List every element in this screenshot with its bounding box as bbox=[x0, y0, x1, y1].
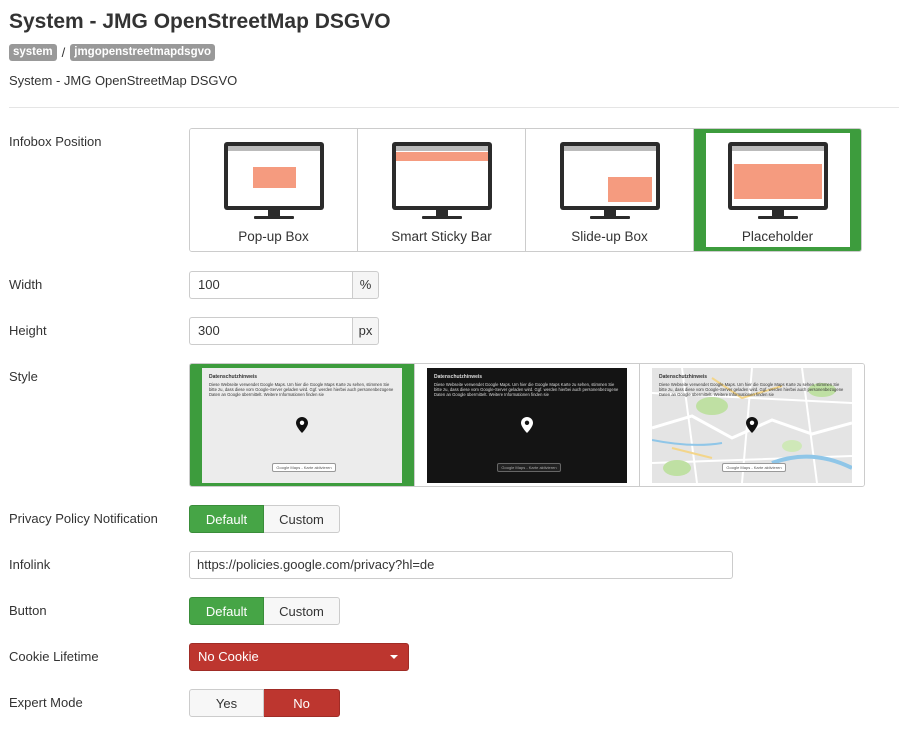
style-option-light[interactable]: Datenschutzhinweis Diese Webseite verwen… bbox=[190, 364, 415, 486]
height-input[interactable]: 300 bbox=[189, 317, 352, 345]
privacy-notification-toggle: Default Custom bbox=[189, 505, 340, 533]
divider bbox=[9, 107, 899, 108]
style-option-map[interactable]: Datenschutzhinweis Diese Webseite verwen… bbox=[640, 364, 864, 486]
breadcrumb-item-plugin: jmgopenstreetmapdsgvo bbox=[70, 44, 216, 61]
width-input[interactable]: 100 bbox=[189, 271, 352, 299]
infobox-option-sticky-bar[interactable]: Smart Sticky Bar bbox=[358, 129, 526, 251]
style-option-dark[interactable]: Datenschutzhinweis Diese Webseite verwen… bbox=[415, 364, 640, 486]
page-subtitle: System - JMG OpenStreetMap DSGVO bbox=[9, 73, 238, 88]
infolink-input[interactable]: https://policies.google.com/privacy?hl=d… bbox=[189, 551, 733, 579]
monitor-icon bbox=[559, 142, 660, 219]
privacy-custom-button[interactable]: Custom bbox=[264, 505, 340, 533]
style-label: Style bbox=[9, 369, 38, 384]
infobox-option-slide-up[interactable]: Slide-up Box bbox=[526, 129, 694, 251]
style-preview-dark: Datenschutzhinweis Diese Webseite verwen… bbox=[427, 367, 627, 483]
preview-title: Datenschutzhinweis bbox=[434, 373, 483, 380]
cookie-lifetime-label: Cookie Lifetime bbox=[9, 649, 99, 664]
monitor-icon bbox=[391, 142, 492, 219]
infobox-option-popup[interactable]: Pop-up Box bbox=[190, 129, 358, 251]
popup-preview: Pop-up Box bbox=[201, 133, 346, 247]
cookie-lifetime-value: No Cookie bbox=[198, 649, 259, 664]
monitor-icon bbox=[223, 142, 324, 219]
infobox-position-selector: Pop-up Box Smart Sticky Bar Slide-up Box… bbox=[189, 128, 862, 252]
preview-button: Google Maps - Karte aktivieren bbox=[272, 462, 336, 472]
width-input-group: 100 % bbox=[189, 271, 379, 299]
monitor-icon bbox=[727, 142, 828, 219]
expert-mode-toggle: Yes No bbox=[189, 689, 340, 717]
button-toggle: Default Custom bbox=[189, 597, 340, 625]
preview-title: Datenschutzhinweis bbox=[209, 373, 258, 380]
width-label: Width bbox=[9, 277, 43, 292]
page-title: System - JMG OpenStreetMap DSGVO bbox=[9, 10, 391, 33]
preview-button: Google Maps - Karte aktivieren bbox=[722, 462, 786, 472]
privacy-notification-label: Privacy Policy Notification bbox=[9, 511, 158, 526]
popup-caption: Pop-up Box bbox=[238, 229, 309, 244]
button-default-button[interactable]: Default bbox=[189, 597, 264, 625]
preview-text: Diese Webseite verwendet Google Maps. Um… bbox=[659, 381, 844, 397]
breadcrumb-separator: / bbox=[61, 45, 66, 60]
expert-mode-label: Expert Mode bbox=[9, 695, 83, 710]
height-input-group: 300 px bbox=[189, 317, 379, 345]
placeholder-preview: Placeholder bbox=[705, 133, 850, 247]
button-custom-button[interactable]: Custom bbox=[264, 597, 340, 625]
chevron-down-icon bbox=[390, 655, 398, 659]
slide-up-preview: Slide-up Box bbox=[537, 133, 682, 247]
breadcrumb-item-system: system bbox=[9, 44, 57, 61]
height-label: Height bbox=[9, 323, 47, 338]
expert-no-button[interactable]: No bbox=[264, 689, 340, 717]
map-pin-icon bbox=[296, 416, 308, 433]
slide-up-caption: Slide-up Box bbox=[571, 229, 648, 244]
width-unit: % bbox=[352, 271, 379, 299]
style-preview-map: Datenschutzhinweis Diese Webseite verwen… bbox=[652, 367, 852, 483]
preview-title: Datenschutzhinweis bbox=[659, 373, 708, 380]
style-selector: Datenschutzhinweis Diese Webseite verwen… bbox=[189, 363, 865, 487]
button-label: Button bbox=[9, 603, 47, 618]
infobox-position-label: Infobox Position bbox=[9, 134, 102, 149]
preview-text: Diese Webseite verwendet Google Maps. Um… bbox=[434, 381, 619, 397]
infolink-label: Infolink bbox=[9, 557, 51, 572]
breadcrumb: system / jmgopenstreetmapdsgvo bbox=[9, 44, 216, 61]
style-preview-light: Datenschutzhinweis Diese Webseite verwen… bbox=[202, 367, 402, 483]
sticky-bar-caption: Smart Sticky Bar bbox=[391, 229, 492, 244]
map-pin-icon bbox=[521, 416, 533, 433]
map-pin-icon bbox=[746, 416, 758, 433]
height-unit: px bbox=[352, 317, 379, 345]
expert-yes-button[interactable]: Yes bbox=[189, 689, 264, 717]
infobox-option-placeholder[interactable]: Placeholder bbox=[694, 129, 861, 251]
sticky-bar-preview: Smart Sticky Bar bbox=[369, 133, 514, 247]
preview-button: Google Maps - Karte aktivieren bbox=[497, 462, 561, 472]
cookie-lifetime-select[interactable]: No Cookie bbox=[189, 643, 409, 671]
placeholder-caption: Placeholder bbox=[741, 229, 814, 244]
preview-text: Diese Webseite verwendet Google Maps. Um… bbox=[209, 381, 394, 397]
privacy-default-button[interactable]: Default bbox=[189, 505, 264, 533]
